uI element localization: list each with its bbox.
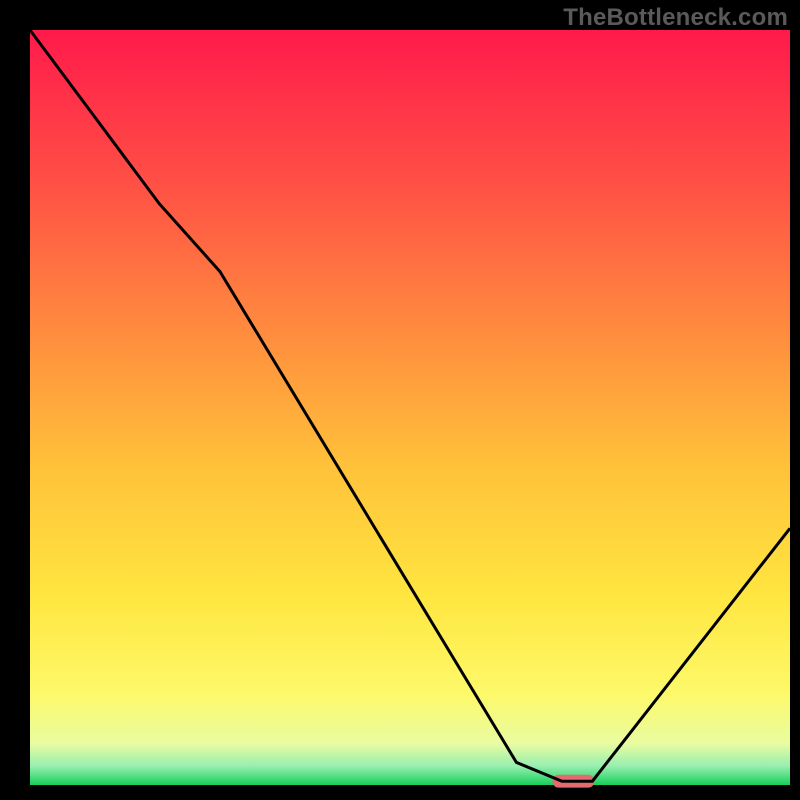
plot-area xyxy=(30,30,790,788)
chart-root: TheBottleneck.com xyxy=(0,0,800,800)
chart-svg xyxy=(0,0,800,800)
gradient-background xyxy=(30,30,790,785)
